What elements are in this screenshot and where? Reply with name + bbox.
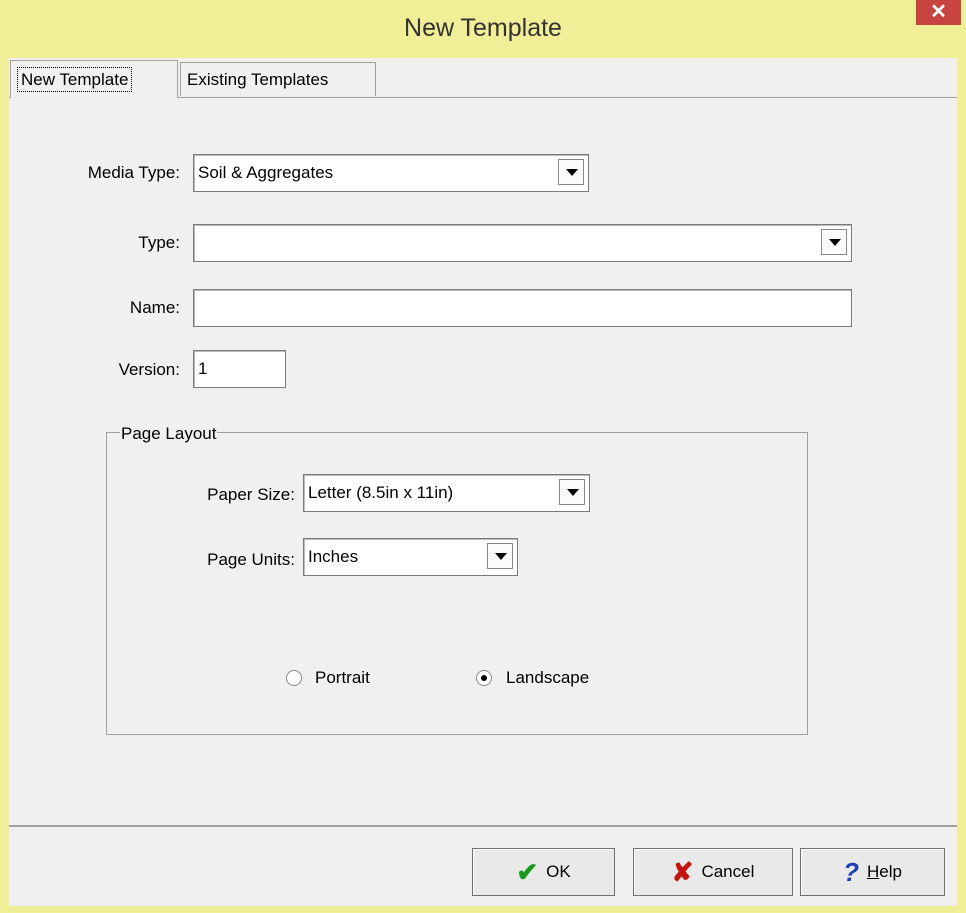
x-icon: ✘ (671, 857, 694, 887)
chevron-down-icon[interactable] (559, 479, 585, 505)
chevron-down-icon[interactable] (558, 159, 584, 185)
ok-label: OK (546, 862, 571, 881)
window-title: New Template (404, 14, 562, 42)
media-type-select[interactable]: Soil & Aggregates (193, 154, 589, 192)
title-bar: New Template ✕ (0, 0, 966, 58)
chevron-down-icon[interactable] (821, 229, 847, 255)
version-label: Version: (118, 360, 180, 379)
tab-new-template[interactable]: New Template (10, 60, 178, 98)
question-mark-icon: ? (843, 857, 859, 887)
cancel-button[interactable]: ✘ Cancel (633, 848, 793, 896)
media-type-value: Soil & Aggregates (198, 163, 334, 182)
cancel-label: Cancel (701, 862, 755, 881)
button-separator (9, 825, 957, 827)
tab-label: Existing Templates (187, 70, 329, 89)
version-field[interactable]: 1 (193, 350, 286, 388)
paper-size-select[interactable]: Letter (8.5in x 11in) (303, 474, 590, 512)
page-units-value: Inches (308, 547, 359, 566)
paper-size-label: Paper Size: (207, 485, 295, 504)
portrait-radio[interactable] (286, 670, 302, 686)
landscape-radio[interactable] (476, 670, 492, 686)
help-label: Help (866, 862, 902, 881)
media-type-label: Media Type: (87, 163, 180, 182)
help-button[interactable]: ? Help (800, 848, 945, 896)
close-icon: ✕ (930, 1, 947, 23)
version-value: 1 (198, 359, 208, 378)
page-units-label: Page Units: (207, 550, 295, 569)
page-layout-title: Page Layout (120, 424, 218, 444)
chevron-down-icon[interactable] (487, 543, 513, 569)
portrait-label[interactable]: Portrait (315, 668, 370, 688)
tab-existing-templates[interactable]: Existing Templates (180, 62, 376, 96)
name-label: Name: (129, 298, 180, 317)
type-select[interactable] (193, 224, 852, 262)
name-field[interactable] (193, 289, 852, 327)
checkmark-icon: ✔ (516, 857, 539, 887)
page-units-select[interactable]: Inches (303, 538, 518, 576)
paper-size-value: Letter (8.5in x 11in) (308, 483, 454, 502)
ok-button[interactable]: ✔ OK (472, 848, 615, 896)
close-button[interactable]: ✕ (916, 0, 961, 25)
tab-label: New Template (17, 67, 133, 92)
landscape-label[interactable]: Landscape (506, 668, 589, 688)
type-label: Type: (138, 233, 180, 252)
